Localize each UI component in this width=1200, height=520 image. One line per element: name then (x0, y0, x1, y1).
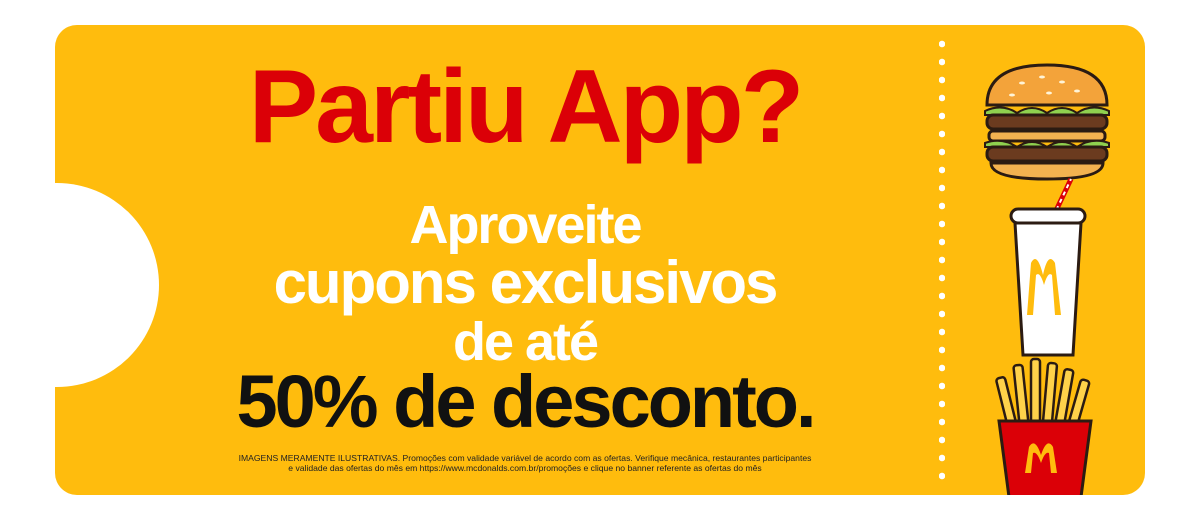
subtitle-line-2: cupons exclusivos (273, 249, 779, 316)
ticket-perforation (939, 35, 945, 485)
ticket-notch (55, 183, 159, 387)
discount-text: 50% de desconto. (236, 360, 816, 443)
fries-icon (995, 357, 1093, 495)
drink-cup-icon (1009, 177, 1087, 357)
disclaimer-line-2: e validade das ofertas do mês em https:/… (288, 463, 762, 473)
subtitle-line-1: Aproveite (409, 195, 642, 255)
coupon-ticket[interactable]: Partiu App? Aproveite cupons exclusivos … (55, 25, 1145, 495)
headline: Partiu App? (248, 49, 804, 165)
disclaimer-line-1: IMAGENS MERAMENTE ILUSTRATIVAS. Promoçõe… (238, 453, 812, 463)
disclaimer: IMAGENS MERAMENTE ILUSTRATIVAS. Promoçõe… (175, 453, 875, 473)
burger-icon (984, 63, 1110, 181)
